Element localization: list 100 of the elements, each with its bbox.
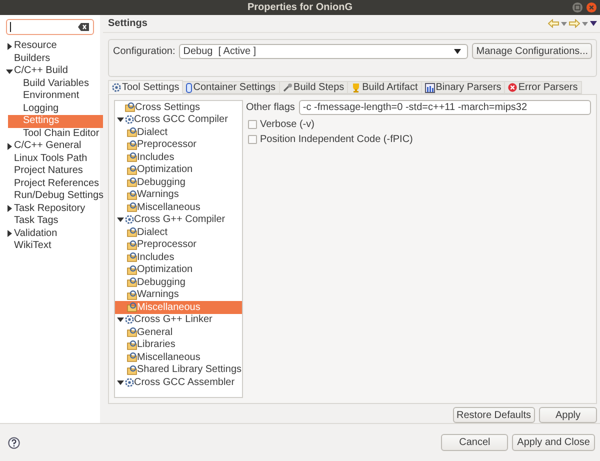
dropdown-icon: [454, 48, 462, 54]
folder-gear-icon: [127, 340, 137, 350]
folder-gear-icon: [127, 240, 137, 250]
tab[interactable]: Error Parsers: [505, 81, 582, 94]
tree-item[interactable]: Debugging: [115, 276, 242, 288]
tree-item[interactable]: Preprocessor: [115, 138, 242, 151]
tree-item[interactable]: Cross G++ Compiler: [115, 214, 242, 226]
expander-icon[interactable]: [6, 68, 13, 75]
checkbox[interactable]: [248, 135, 257, 144]
nav-item[interactable]: Tool Chain Editor: [8, 128, 103, 140]
tree-item[interactable]: General: [115, 326, 242, 338]
tree-item[interactable]: Dialect: [115, 126, 242, 138]
maximize-icon[interactable]: [572, 2, 583, 13]
tree-item[interactable]: Optimization: [115, 264, 242, 276]
folder-gear-icon: [127, 152, 137, 162]
window-title: Properties for OnionG: [247, 2, 352, 13]
tree-item[interactable]: Dialect: [115, 226, 242, 238]
gear-icon: [125, 315, 134, 324]
gear-icon: [125, 378, 134, 387]
nav-item[interactable]: Linux Tools Path: [5, 152, 88, 165]
tab[interactable]: Container Settings: [183, 81, 280, 94]
tree-item[interactable]: Miscellaneous: [115, 351, 242, 364]
manage-configurations-button[interactable]: Manage Configurations...: [472, 43, 592, 60]
nav-item[interactable]: Logging: [8, 102, 103, 115]
expander-icon[interactable]: [6, 230, 13, 238]
tree-item[interactable]: Libraries: [115, 338, 242, 351]
other-flags-label: Other flags: [246, 102, 295, 113]
close-icon[interactable]: [586, 2, 597, 13]
tree-item[interactable]: Cross G++ Linker: [115, 314, 242, 326]
folder-gear-icon: [125, 102, 135, 112]
configuration-dropdown[interactable]: Debug [ Active ]: [179, 44, 468, 59]
nav-item[interactable]: C/C++ Build: [5, 65, 85, 78]
expander-icon[interactable]: [6, 205, 13, 212]
dropdown-icon[interactable]: [582, 22, 588, 26]
checkbox-label: Verbose (-v): [260, 119, 314, 130]
dialog-button[interactable]: Apply and Close: [512, 434, 595, 451]
folder-gear-icon: [127, 352, 137, 362]
nav-item[interactable]: Environment: [8, 90, 103, 102]
folder-gear-icon: [127, 277, 137, 288]
nav-item[interactable]: Project Natures: [5, 165, 85, 178]
error-icon: [508, 83, 518, 92]
folder-gear-icon: [127, 140, 137, 150]
tree-item[interactable]: Cross GCC Compiler: [115, 114, 242, 126]
tree-item[interactable]: Cross GCC Assembler: [115, 376, 242, 388]
folder-gear-icon: [127, 290, 137, 300]
tree-item[interactable]: Includes: [115, 251, 242, 264]
trophy-icon: [351, 82, 362, 92]
nav-item[interactable]: Task Repository: [5, 202, 86, 215]
page-button[interactable]: Apply: [539, 407, 597, 423]
tree-item[interactable]: Miscellaneous: [115, 201, 242, 214]
nav-item[interactable]: WikiText: [5, 240, 85, 252]
expander-icon[interactable]: [117, 378, 124, 386]
tab[interactable]: Build Artifact: [348, 81, 422, 94]
page-button[interactable]: Restore Defaults: [452, 407, 535, 423]
tree-item[interactable]: Includes: [115, 151, 242, 164]
folder-gear-icon: [127, 252, 137, 262]
tree-item[interactable]: Debugging: [115, 176, 242, 188]
gear-icon: [112, 82, 121, 92]
tab[interactable]: Tool Settings: [108, 80, 184, 94]
nav-item[interactable]: Build Variables: [8, 78, 103, 90]
other-flags-field[interactable]: -c -fmessage-length=0 -std=c++11 -march=mips32: [298, 100, 591, 115]
nav-item[interactable]: Run/Debug Settings: [5, 190, 104, 202]
folder-gear-icon: [127, 164, 137, 175]
folder-gear-icon: [127, 364, 137, 375]
filter-field[interactable]: [6, 19, 94, 35]
folder-gear-icon: [127, 264, 137, 275]
checkbox-label: Position Independent Code (-fPIC): [260, 134, 413, 145]
folder-gear-icon: [127, 202, 137, 212]
dropdown-icon[interactable]: [561, 22, 567, 26]
checkbox[interactable]: [248, 120, 257, 129]
tree-item[interactable]: Preprocessor: [115, 238, 242, 251]
gear-icon: [125, 215, 134, 224]
gear-icon: [125, 115, 134, 124]
nav-item[interactable]: Resource: [5, 40, 85, 52]
dialog-button[interactable]: Cancel: [441, 434, 508, 451]
tree-item[interactable]: Cross Settings: [115, 101, 242, 114]
nav-item[interactable]: Task Tags: [5, 215, 85, 228]
nav-item[interactable]: Builders: [5, 52, 85, 65]
expander-icon[interactable]: [117, 216, 124, 224]
clear-icon[interactable]: [78, 23, 89, 31]
tree-item[interactable]: Optimization: [115, 164, 242, 176]
help-icon[interactable]: [8, 436, 20, 448]
folder-gear-icon: [127, 227, 137, 238]
container-icon: [186, 82, 192, 92]
tree-item[interactable]: Shared Library Settings: [115, 364, 242, 376]
expander-icon[interactable]: [6, 42, 13, 50]
tab[interactable]: Build Steps: [280, 81, 348, 94]
folder-gear-icon: [127, 302, 137, 312]
tab[interactable]: Binary Parsers: [422, 81, 506, 94]
expander-icon[interactable]: [117, 116, 124, 124]
nav-item[interactable]: Project References: [5, 178, 100, 190]
nav-item[interactable]: Validation: [5, 228, 85, 240]
expander-icon[interactable]: [6, 142, 13, 150]
folder-gear-icon: [127, 327, 137, 338]
tree-item[interactable]: Warnings: [115, 288, 242, 301]
nav-item[interactable]: C/C++ General: [5, 140, 85, 152]
expander-icon[interactable]: [117, 316, 124, 324]
folder-gear-icon: [127, 127, 137, 138]
tree-item[interactable]: Warnings: [115, 188, 242, 201]
menu-icon[interactable]: [590, 21, 597, 26]
